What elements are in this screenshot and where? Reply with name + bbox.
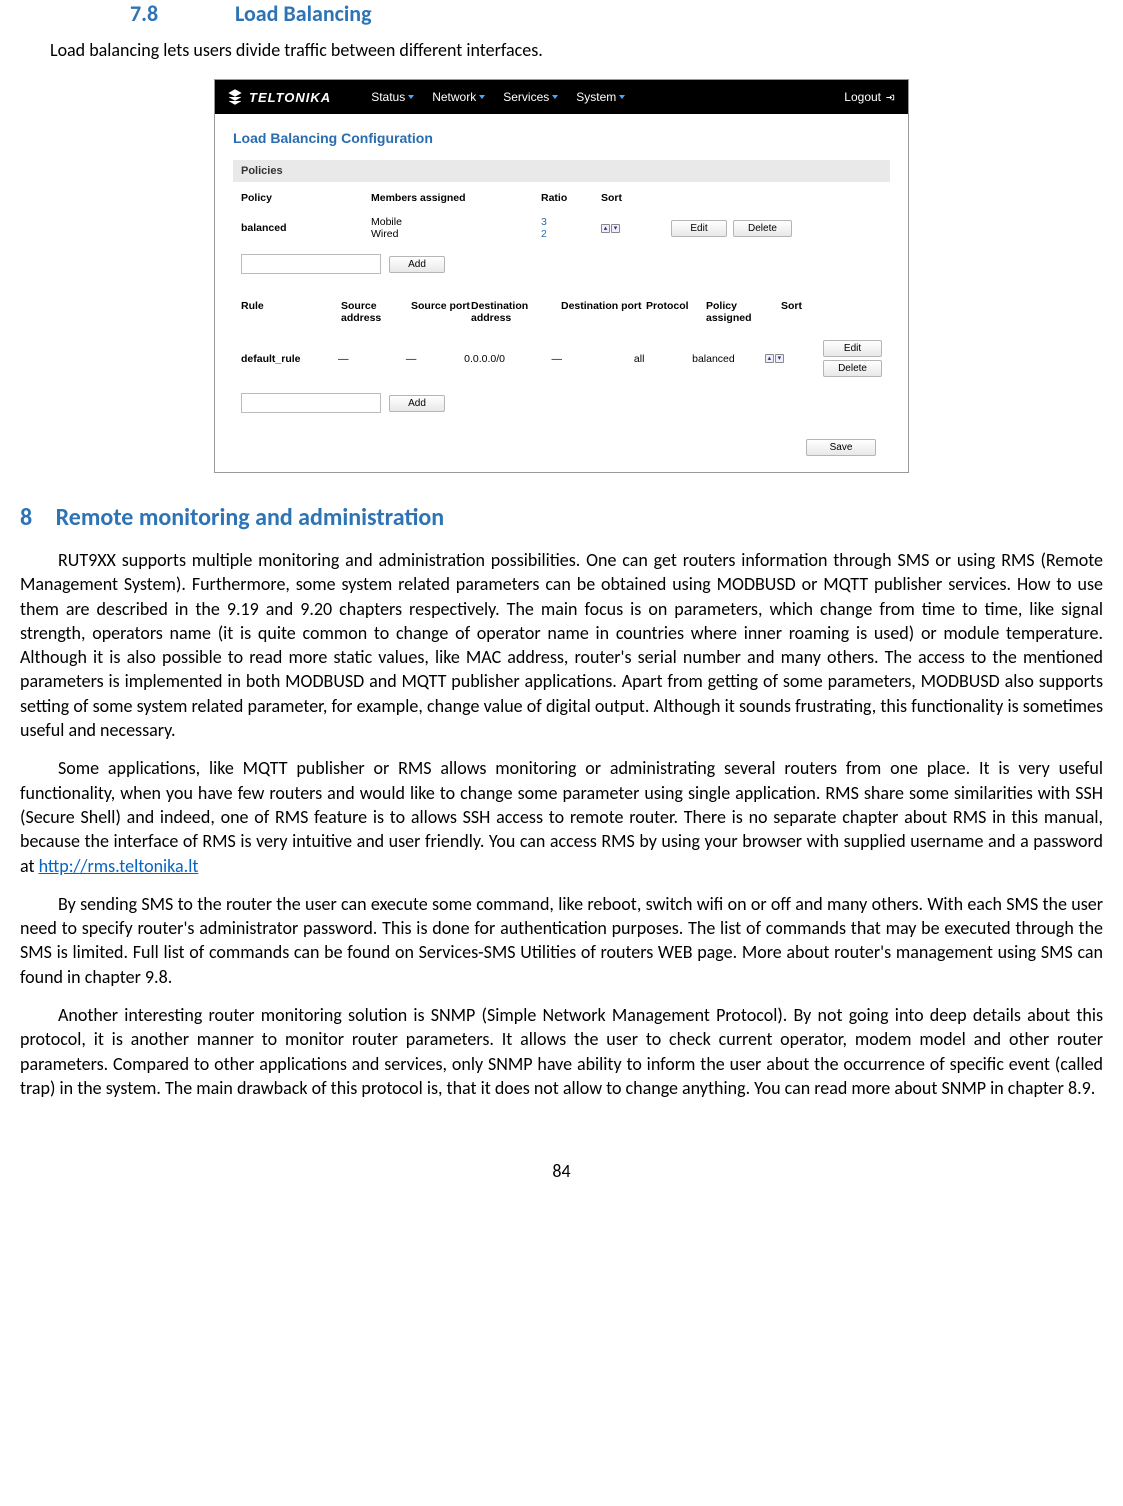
policy-ratios: 3 2 [541,216,601,240]
menu-services-label: Services [503,90,549,104]
col-sort: Sort [601,192,671,204]
policies-section-header: Policies [233,160,890,182]
brand-icon [227,89,243,105]
col-destination-address: Destination address [471,300,561,324]
menu-status[interactable]: Status [371,90,414,104]
brand-text: TELTONIKA [249,90,331,105]
page-number: 84 [20,1160,1103,1182]
policy-members: Mobile Wired [371,216,541,240]
rms-link[interactable]: http://rms.teltonika.lt [39,855,199,877]
paragraph-3: By sending SMS to the router the user ca… [20,892,1103,989]
rule-protocol: all [634,353,692,365]
screenshot-container: TELTONIKA Status Network Services System… [20,79,1103,473]
save-button[interactable]: Save [806,439,876,456]
paragraph-1: RUT9XX supports multiple monitoring and … [20,548,1103,742]
router-ui: TELTONIKA Status Network Services System… [214,79,909,473]
rules-columns-header: Rule Source address Source port Destinat… [233,290,890,334]
rule-sort: ▴▾ [765,354,823,363]
main-menu: Status Network Services System [371,90,625,104]
col-ratio: Ratio [541,192,601,204]
heading-8-number: 8 [20,503,32,532]
delete-button[interactable]: Delete [823,360,882,377]
heading-7-8-title: Load Balancing [235,0,372,27]
policy-row: balanced Mobile Wired 3 2 ▴▾ Edit Delete [233,212,890,244]
sort-up-icon[interactable]: ▴ [765,354,774,363]
col-destination-port: Destination port [561,300,646,324]
menu-network-label: Network [432,90,476,104]
brand-logo: TELTONIKA [227,89,331,105]
logout-icon [885,92,896,103]
ratio-1: 3 [541,216,601,228]
edit-button[interactable]: Edit [671,220,727,237]
menu-services[interactable]: Services [503,90,558,104]
col-source-port: Source port [411,300,471,324]
chevron-down-icon [619,95,625,99]
member-1: Mobile [371,216,541,228]
menu-system-label: System [576,90,616,104]
policy-name: balanced [241,222,371,234]
topbar: TELTONIKA Status Network Services System… [215,80,908,114]
policy-add-row: Add [233,244,890,290]
logout-link[interactable]: Logout [844,90,896,104]
rule-source-port: — [406,353,464,365]
rule-name: default_rule [241,353,338,365]
col-policy: Policy [241,192,371,204]
intro-text: Load balancing lets users divide traffic… [50,39,1103,61]
new-rule-input[interactable] [241,393,381,413]
col-members: Members assigned [371,192,541,204]
col-policy-assigned: Policy assigned [706,300,781,324]
policy-sort: ▴▾ [601,224,671,233]
rule-row: default_rule — — 0.0.0.0/0 — all balance… [233,334,890,383]
heading-8: 8 Remote monitoring and administration [20,503,1103,532]
edit-button[interactable]: Edit [823,340,882,357]
menu-system[interactable]: System [576,90,625,104]
add-button[interactable]: Add [389,395,445,412]
sort-down-icon[interactable]: ▾ [611,224,620,233]
policy-actions: Edit Delete [671,220,882,237]
rule-add-row: Add [233,383,890,429]
menu-status-label: Status [371,90,405,104]
col-protocol: Protocol [646,300,706,324]
col-source-address: Source address [341,300,411,324]
delete-button[interactable]: Delete [733,220,792,237]
col-rule-sort: Sort [781,300,841,324]
menu-network[interactable]: Network [432,90,485,104]
paragraph-2: Some applications, like MQTT publisher o… [20,756,1103,877]
heading-8-title: Remote monitoring and administration [56,503,445,532]
chevron-down-icon [479,95,485,99]
policy-columns-header: Policy Members assigned Ratio Sort [233,182,890,212]
save-row: Save [233,429,890,456]
paragraph-4: Another interesting router monitoring so… [20,1003,1103,1100]
member-2: Wired [371,228,541,240]
page-title: Load Balancing Configuration [233,130,890,146]
rule-destination-address: 0.0.0.0/0 [464,353,551,365]
rule-source-address: — [338,353,406,365]
rule-policy: balanced [692,353,765,365]
heading-7-8: 7.8 Load Balancing [20,0,1103,27]
sort-down-icon[interactable]: ▾ [775,354,784,363]
col-rule: Rule [241,300,341,324]
chevron-down-icon [552,95,558,99]
add-button[interactable]: Add [389,256,445,273]
heading-7-8-number: 7.8 [130,0,230,27]
new-policy-input[interactable] [241,254,381,274]
rule-actions: Edit Delete [823,340,882,377]
rule-destination-port: — [551,353,633,365]
ui-body: Load Balancing Configuration Policies Po… [215,114,908,472]
logout-label: Logout [844,90,881,104]
sort-up-icon[interactable]: ▴ [601,224,610,233]
ratio-2: 2 [541,228,601,240]
chevron-down-icon [408,95,414,99]
